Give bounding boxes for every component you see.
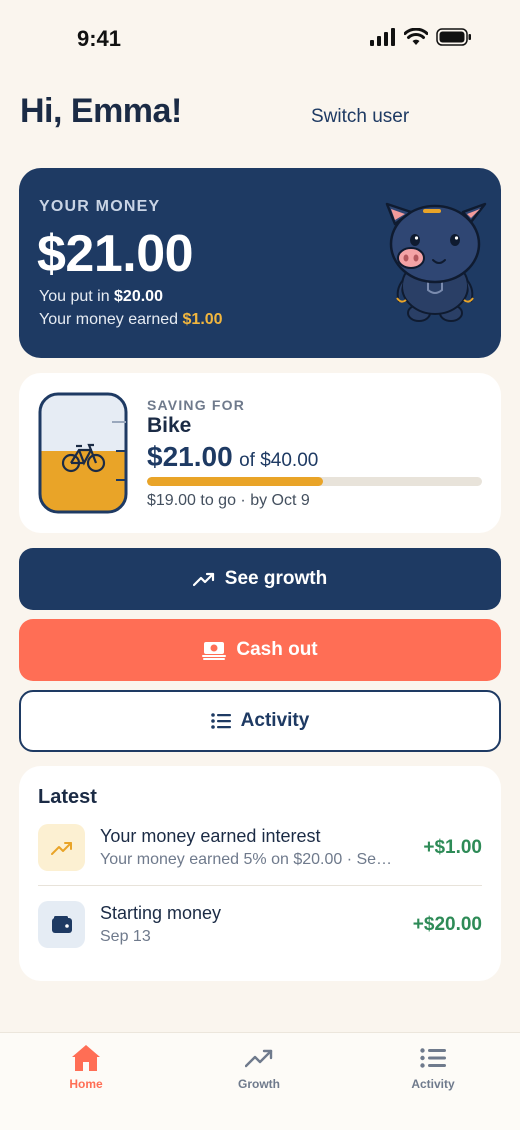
list-item-subtitle: Sep 13 (100, 928, 151, 945)
earned-label: Your money earned (39, 311, 183, 328)
switch-user-button[interactable]: Switch user (311, 106, 409, 128)
wifi-icon (404, 28, 428, 45)
trend-up-icon (192, 572, 214, 587)
latest-activity-card: Latest Your money earned interest Your m… (19, 766, 501, 981)
battery-icon (436, 28, 471, 46)
growth-icon (209, 1043, 309, 1073)
earned-value: $1.00 (182, 311, 223, 328)
tab-label: Activity (411, 1077, 455, 1091)
goal-saved: $21.00 (147, 441, 233, 472)
goal-progress-fill (147, 477, 323, 486)
status-bar: 9:41 (0, 0, 520, 76)
trend-up-icon (38, 824, 85, 871)
divider (38, 885, 482, 886)
goal-name: Bike (147, 414, 192, 437)
list-item[interactable]: Your money earned interest Your money ea… (38, 824, 482, 874)
activity-label: Activity (240, 710, 310, 731)
wallet-icon (38, 901, 85, 948)
cash-icon (202, 642, 227, 660)
tab-label: Growth (238, 1077, 280, 1091)
earned-line: Your money earned $1.00 (39, 311, 223, 329)
goal-label: SAVING FOR (147, 397, 246, 413)
list-item-title: Your money earned interest (100, 826, 321, 846)
goal-progress-bar (147, 477, 482, 486)
activity-button[interactable]: Activity (19, 690, 501, 752)
list-icon (383, 1043, 483, 1073)
goal-target: of $40.00 (239, 450, 319, 471)
tab-home[interactable]: Home (36, 1043, 136, 1091)
list-icon (210, 713, 231, 729)
cellular-signal-icon (370, 28, 395, 46)
list-item-amount: +$20.00 (412, 914, 482, 935)
tab-bar: Home Growth Activity (0, 1032, 520, 1130)
list-item-amount: +$1.00 (423, 837, 482, 858)
balance-amount: $21.00 (37, 225, 194, 283)
balance-card: YOUR MONEY $21.00 You put in $20.00 Your… (19, 168, 501, 358)
put-in-value: $20.00 (114, 288, 163, 305)
tab-growth[interactable]: Growth (209, 1043, 309, 1091)
cash-out-button[interactable]: Cash out (19, 619, 501, 681)
tab-label: Home (69, 1077, 103, 1091)
goal-remaining: $19.00 to go · by Oct 9 (147, 492, 310, 509)
see-growth-label: See growth (224, 568, 328, 589)
piggy-bank-mascot-icon (385, 202, 487, 322)
list-item-subtitle: Your money earned 5% on $20.00 · Sep 13 (100, 851, 400, 868)
status-time: 9:41 (77, 26, 122, 51)
tab-activity[interactable]: Activity (383, 1043, 483, 1091)
latest-title: Latest (38, 786, 97, 808)
balance-label: YOUR MONEY (39, 198, 161, 215)
savings-jar-icon (38, 392, 128, 514)
see-growth-button[interactable]: See growth (19, 548, 501, 610)
list-item[interactable]: Starting money Sep 13 +$20.00 (38, 901, 482, 951)
header: Hi, Emma! Switch user (20, 92, 500, 136)
put-in-label: You put in (39, 288, 115, 305)
greeting: Hi, Emma! (20, 92, 182, 130)
status-icons (370, 28, 472, 46)
savings-goal-card[interactable]: SAVING FOR Bike $21.00 of $40.00 $19.00 … (19, 373, 501, 533)
goal-amount: $21.00 of $40.00 (147, 441, 318, 473)
cash-out-label: Cash out (236, 639, 318, 660)
list-item-title: Starting money (100, 903, 222, 923)
home-icon (36, 1043, 136, 1073)
put-in-line: You put in $20.00 (39, 288, 163, 306)
